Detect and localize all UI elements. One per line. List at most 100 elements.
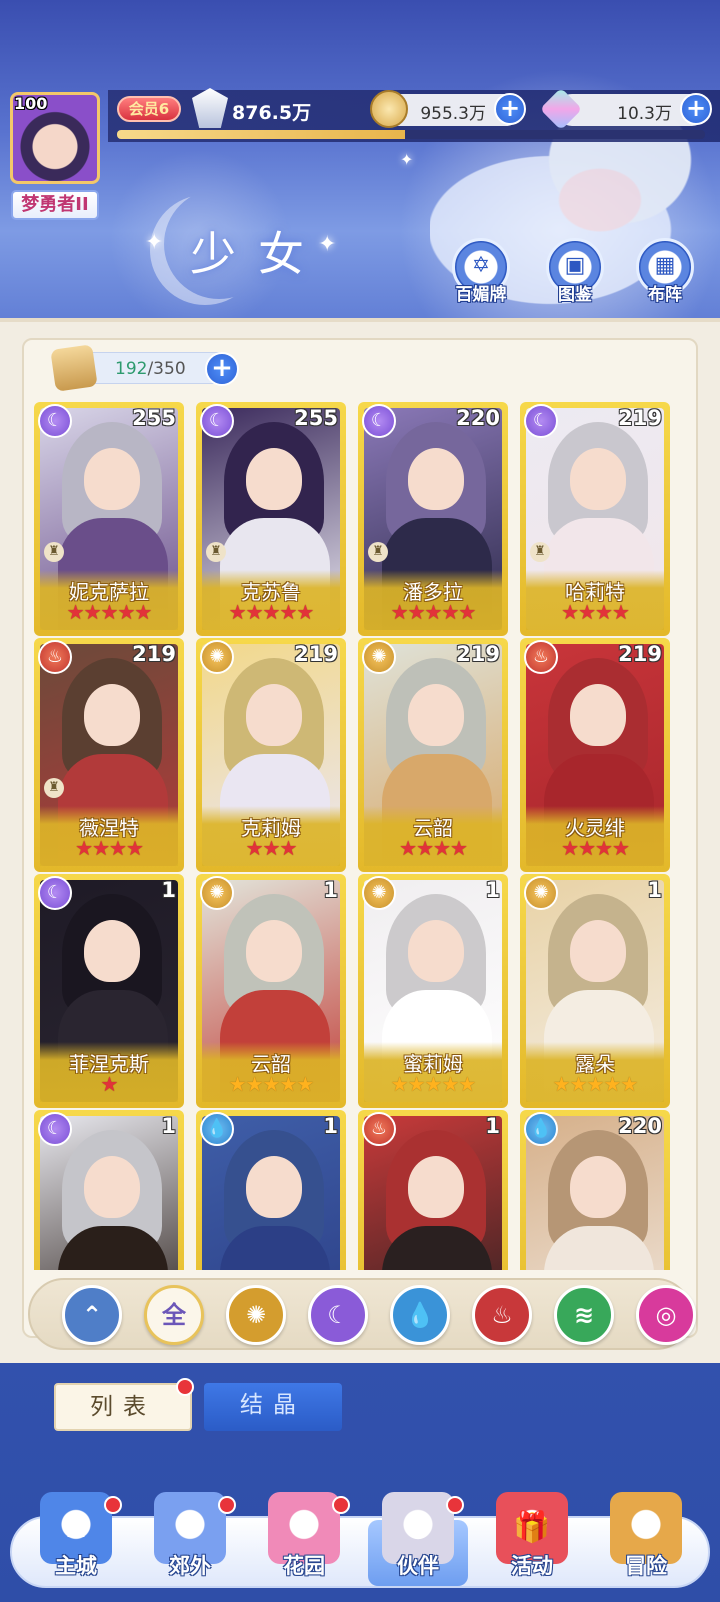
character-level: 219 bbox=[456, 642, 500, 666]
portrait-face bbox=[84, 448, 140, 510]
character-level: 1 bbox=[485, 1114, 500, 1138]
filter-moon[interactable]: ☾ bbox=[308, 1285, 368, 1345]
star-icon: ★ bbox=[620, 1072, 638, 1096]
star-rating: ★★★★★ bbox=[358, 600, 508, 624]
character-level: 219 bbox=[618, 642, 662, 666]
filter-class[interactable]: ⌃ bbox=[62, 1285, 122, 1345]
star-icon: ★ bbox=[245, 836, 264, 860]
character-card[interactable]: ☾ 220 ♜ 潘多拉 ★★★★★ bbox=[358, 402, 508, 636]
tab-list[interactable]: 列表 bbox=[54, 1383, 192, 1431]
character-card[interactable]: ✺ 219 克莉姆 ★★★ bbox=[196, 638, 346, 872]
character-card[interactable]: ✺ 1 蜜莉姆 ★★★★★ bbox=[358, 874, 508, 1108]
star-icon: ★ bbox=[228, 600, 247, 624]
star-rating: ★★★★★ bbox=[520, 1072, 670, 1096]
star-rating: ★★★★ bbox=[520, 836, 670, 860]
water-element-icon: 💧 bbox=[200, 1112, 234, 1146]
star-icon: ★ bbox=[416, 836, 434, 860]
fire-icon: ♨ bbox=[491, 1301, 513, 1329]
nav-partner-avatar[interactable]: ☺ 伙伴 bbox=[368, 1492, 468, 1592]
expand-capacity-button[interactable]: + bbox=[205, 352, 239, 386]
portrait-face bbox=[246, 1156, 302, 1218]
portrait-face bbox=[408, 1156, 464, 1218]
character-level: 219 bbox=[294, 642, 338, 666]
exp-progress-fill bbox=[117, 130, 406, 139]
character-card[interactable]: 💧 1 bbox=[196, 1110, 346, 1270]
moon-element-icon: ☾ bbox=[38, 876, 72, 910]
character-card-grid: ☾ 255 ♜ 妮克萨拉 ★★★★★ ☾ 255 ♜ 克苏鲁 ★★★★★ ☾ 220 ♜ 潘多拉 ★★★★★… bbox=[34, 402, 688, 1270]
codex-button[interactable]: ▣ 图鉴 bbox=[542, 238, 608, 308]
nav-compass[interactable]: ✧ 冒险 bbox=[596, 1492, 696, 1592]
currency-coins: 955.3万 + bbox=[370, 90, 526, 128]
header-background: ✦ ✦ ✦ bbox=[0, 0, 720, 330]
character-card[interactable]: ☾ 219 ♜ 哈莉特 ★★★★ bbox=[520, 402, 670, 636]
character-level: 1 bbox=[485, 878, 500, 902]
character-card[interactable]: ♨ 219 ♜ 薇涅特 ★★★★ bbox=[34, 638, 184, 872]
star-icon: ★ bbox=[449, 836, 468, 860]
star-rating: ★★★ bbox=[196, 836, 346, 860]
nav-castle[interactable]: ♜ 主城 bbox=[26, 1492, 126, 1592]
character-level: 219 bbox=[132, 642, 176, 666]
tab-crystal[interactable]: 结晶 bbox=[204, 1383, 342, 1431]
character-card[interactable]: ♨ 219 火灵绯 ★★★★ bbox=[520, 638, 670, 872]
character-card[interactable]: ✺ 219 云韶 ★★★★ bbox=[358, 638, 508, 872]
star-rating: ★★★★ bbox=[358, 836, 508, 860]
star-icon: ★ bbox=[100, 600, 119, 624]
character-card[interactable]: ☾ 1 菲涅克斯 ★ bbox=[34, 874, 184, 1108]
nav-heart[interactable]: ♥ 花园 bbox=[254, 1492, 354, 1592]
character-level: 255 bbox=[294, 406, 338, 430]
star-icon: ★ bbox=[100, 1072, 119, 1096]
sun-element-icon: ✺ bbox=[362, 876, 396, 910]
star-icon: ★ bbox=[75, 836, 93, 860]
filter-fire[interactable]: ♨ bbox=[472, 1285, 532, 1345]
character-card[interactable]: ✺ 1 露朵 ★★★★★ bbox=[520, 874, 670, 1108]
star-icon: ★ bbox=[578, 836, 596, 860]
notification-badge bbox=[218, 1496, 236, 1514]
player-rank-title: 梦勇者II bbox=[11, 190, 99, 220]
star-icon: ★ bbox=[279, 1072, 297, 1096]
gold-coin-icon bbox=[370, 90, 408, 128]
character-card[interactable]: ✺ 1 云韶 ★★★★★ bbox=[196, 874, 346, 1108]
star-icon: ★ bbox=[611, 600, 630, 624]
star-rating: ★★★★★ bbox=[196, 600, 346, 624]
star-icon: ★ bbox=[561, 836, 579, 860]
nav-label: 伙伴 bbox=[397, 1554, 439, 1578]
character-level: 255 bbox=[132, 406, 176, 430]
notification-badge bbox=[104, 1496, 122, 1514]
star-icon: ★ bbox=[262, 836, 281, 860]
filter-spirit[interactable]: ◎ bbox=[636, 1285, 696, 1345]
star-icon: ★ bbox=[595, 836, 613, 860]
character-card[interactable]: 💧 220 bbox=[520, 1110, 670, 1270]
nav-label: 郊外 bbox=[169, 1554, 211, 1578]
star-icon: ★ bbox=[552, 1072, 571, 1096]
formation-button[interactable]: ▦ 布阵 bbox=[632, 238, 698, 308]
character-level: 1 bbox=[161, 1114, 176, 1138]
character-card[interactable]: ☾ 255 ♜ 克苏鲁 ★★★★★ bbox=[196, 402, 346, 636]
filter-wind[interactable]: ≋ bbox=[554, 1285, 614, 1345]
star-icon: ★ bbox=[279, 836, 297, 860]
add-coins-button[interactable]: + bbox=[494, 93, 526, 125]
vip-badge[interactable]: 会员6 bbox=[117, 96, 181, 122]
swirl-icon: ◎ bbox=[655, 1301, 677, 1329]
star-icon: ★ bbox=[586, 1072, 605, 1096]
character-card[interactable]: ♨ 1 bbox=[358, 1110, 508, 1270]
star-icon: ★ bbox=[595, 600, 613, 624]
filter-sun[interactable]: ✺ bbox=[226, 1285, 286, 1345]
water-element-icon: 💧 bbox=[524, 1112, 558, 1146]
sun-element-icon: ✺ bbox=[200, 876, 234, 910]
character-card[interactable]: ☾ 255 ♜ 妮克萨拉 ★★★★★ bbox=[34, 402, 184, 636]
moon-element-icon: ☾ bbox=[362, 404, 396, 438]
star-icon: ★ bbox=[569, 1072, 588, 1096]
nav-gift-box[interactable]: 🎁 活动 bbox=[482, 1492, 582, 1592]
fire-element-icon: ♨ bbox=[524, 640, 558, 674]
card-deck-button[interactable]: ✡ 百媚牌 bbox=[448, 238, 514, 308]
character-card[interactable]: ☾ 1 bbox=[34, 1110, 184, 1270]
water-drop-icon: 💧 bbox=[405, 1301, 435, 1329]
nav-hexagram[interactable]: ✡ 郊外 bbox=[140, 1492, 240, 1592]
add-gems-button[interactable]: + bbox=[680, 93, 712, 125]
portrait-face bbox=[408, 448, 464, 510]
bag-icon bbox=[50, 344, 98, 392]
moon-element-icon: ☾ bbox=[38, 1112, 72, 1146]
power-value: 876.5万 bbox=[232, 102, 312, 124]
filter-water[interactable]: 💧 bbox=[390, 1285, 450, 1345]
filter-all[interactable]: 全 bbox=[144, 1285, 204, 1345]
